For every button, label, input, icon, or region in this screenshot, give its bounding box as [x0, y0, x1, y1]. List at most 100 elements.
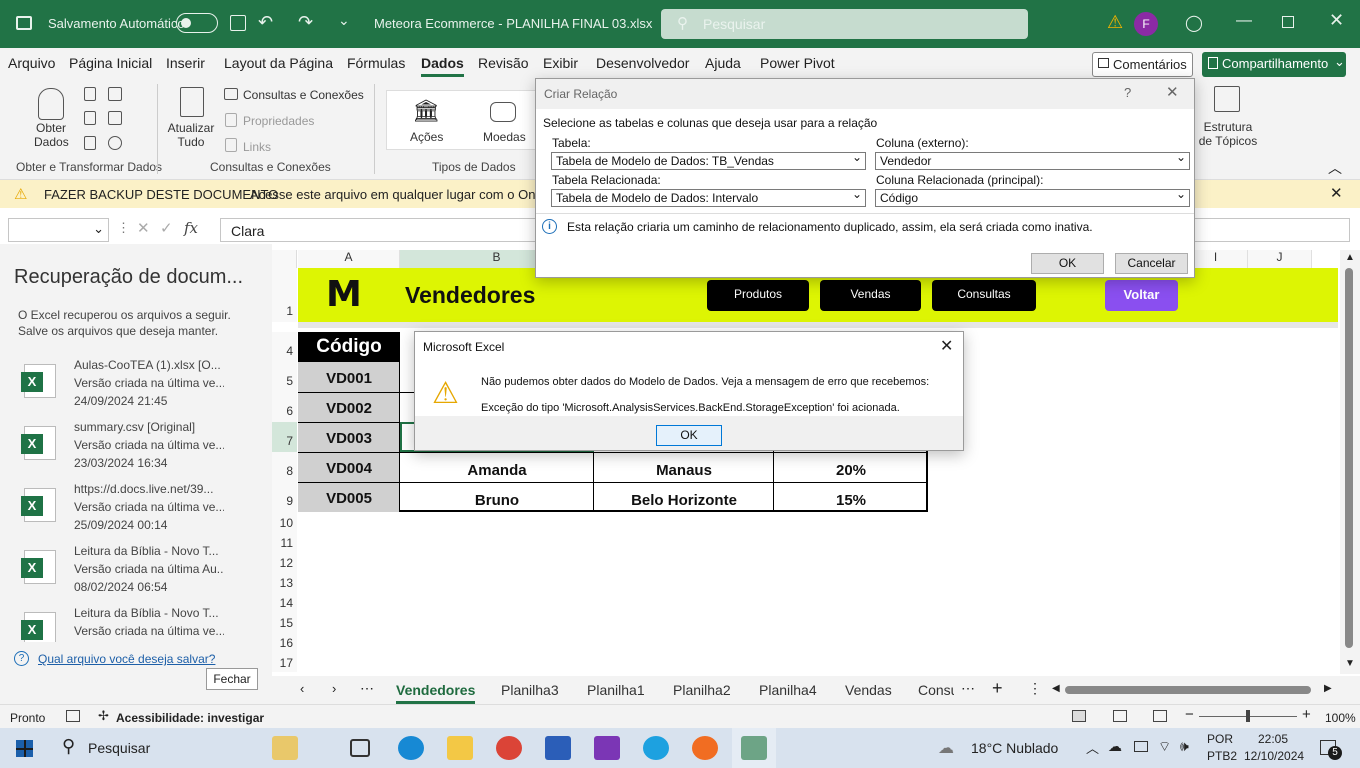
scroll-left-icon[interactable]: ◀: [1052, 683, 1060, 694]
tab-pagina-inicial[interactable]: Página Inicial: [69, 55, 152, 71]
clock-date[interactable]: 12/10/2024: [1244, 749, 1304, 763]
volume-icon[interactable]: 🕪: [1180, 738, 1189, 755]
skype-icon[interactable]: [643, 736, 669, 760]
minimize-icon[interactable]: —: [1236, 12, 1252, 30]
monitor-icon[interactable]: [1134, 741, 1148, 752]
recovery-file[interactable]: X Aulas-CooTEA (1).xlsx [O... Versão cri…: [0, 354, 272, 416]
sheet-tab-vendedores[interactable]: Vendedores: [396, 682, 476, 704]
table-header-code[interactable]: Código: [298, 332, 400, 362]
from-text-icon[interactable]: [84, 87, 96, 101]
back-button[interactable]: Voltar: [1105, 280, 1178, 311]
sheet-tab-planilha3[interactable]: Planilha3: [501, 682, 559, 698]
close-icon[interactable]: ✕: [1330, 184, 1343, 202]
more-sheets-icon[interactable]: ⋯: [360, 680, 374, 697]
table-select[interactable]: Tabela de Modelo de Dados: TB_Vendas: [551, 150, 866, 170]
existing-connections-icon[interactable]: [108, 111, 122, 125]
page-layout-icon[interactable]: [1113, 710, 1127, 722]
page-break-icon[interactable]: [1153, 710, 1167, 722]
which-file-link[interactable]: Qual arquivo você deseja salvar?: [38, 652, 215, 666]
cancel-button[interactable]: Cancelar: [1115, 253, 1188, 274]
column-header[interactable]: J: [1248, 250, 1312, 268]
tab-layout[interactable]: Layout da Página: [224, 55, 333, 71]
row-header[interactable]: 1: [272, 268, 297, 322]
table-cell[interactable]: 15%: [774, 492, 928, 509]
close-icon[interactable]: ✕: [1166, 83, 1179, 101]
help-button[interactable]: ?: [1124, 85, 1131, 100]
scroll-thumb[interactable]: [1345, 268, 1353, 648]
close-window-icon[interactable]: ✕: [1329, 10, 1344, 31]
tab-dados[interactable]: Dados: [421, 55, 464, 77]
lightbulb-icon[interactable]: ◯: [1185, 13, 1203, 33]
name-box[interactable]: ⌄: [8, 218, 109, 242]
autosave-toggle[interactable]: [176, 13, 218, 33]
currencies-button[interactable]: Moedas: [483, 130, 526, 144]
share-button[interactable]: Compartilhamento ⌄: [1202, 52, 1346, 77]
recovery-file[interactable]: X https://d.docs.live.net/39... Versão c…: [0, 478, 272, 540]
tab-revisao[interactable]: Revisão: [478, 55, 529, 71]
tab-inserir[interactable]: Inserir: [166, 55, 205, 71]
properties-button[interactable]: Propriedades: [243, 114, 314, 128]
weather[interactable]: 18°C Nublado: [971, 740, 1058, 756]
row-header[interactable]: 14: [272, 592, 297, 612]
error-ok-button[interactable]: OK: [656, 425, 722, 446]
tab-arquivo[interactable]: Arquivo: [8, 55, 55, 71]
row-header[interactable]: 8: [272, 452, 297, 482]
chevron-left-icon[interactable]: ‹: [300, 681, 304, 696]
column-header[interactable]: A: [298, 250, 400, 268]
tab-desenvolvedor[interactable]: Desenvolvedor: [596, 55, 689, 71]
get-data-button[interactable]: Obter Dados: [34, 121, 69, 149]
sheet-tab-planilha2[interactable]: Planilha2: [673, 682, 731, 698]
recovery-file[interactable]: X Leitura da Bíblia - Novo T... Versão c…: [0, 540, 272, 602]
close-icon[interactable]: ✕: [940, 336, 953, 356]
cancel-icon[interactable]: ✕: [137, 219, 150, 237]
row-header[interactable]: 7: [272, 422, 297, 452]
tab-exibir[interactable]: Exibir: [543, 55, 578, 71]
from-web-icon[interactable]: [84, 111, 96, 125]
recent-sources-icon[interactable]: [108, 87, 122, 101]
sheet-tab-consultas[interactable]: Consu: [918, 682, 954, 698]
input-lang-2[interactable]: PTB2: [1207, 749, 1237, 763]
table-cell[interactable]: Manaus: [594, 462, 774, 479]
table-cell[interactable]: 20%: [774, 462, 928, 479]
row-header[interactable]: 13: [272, 572, 297, 592]
onedrive-icon[interactable]: ☁: [1108, 738, 1122, 755]
avatar[interactable]: F: [1134, 12, 1158, 36]
search-box[interactable]: ⚲ Pesquisar: [661, 9, 1028, 39]
normal-view-icon[interactable]: [1072, 710, 1086, 722]
recent-icon[interactable]: [108, 136, 122, 150]
onenote-icon[interactable]: [594, 736, 620, 760]
row-header[interactable]: 6: [272, 392, 297, 422]
row-header[interactable]: 15: [272, 612, 297, 632]
related-table-select[interactable]: Tabela de Modelo de Dados: Intervalo: [551, 187, 866, 207]
table-cell[interactable]: Amanda: [400, 462, 594, 479]
from-table-icon[interactable]: [84, 136, 96, 150]
zoom-slider[interactable]: [1199, 710, 1297, 722]
enter-icon[interactable]: ✓: [160, 219, 173, 237]
zoom-in-icon[interactable]: +: [1302, 706, 1311, 723]
task-view-icon[interactable]: [350, 739, 370, 757]
redo-icon[interactable]: ↷: [298, 12, 313, 33]
table-cell[interactable]: VD001: [298, 370, 400, 387]
clock-time[interactable]: 22:05: [1258, 732, 1288, 746]
recovery-file[interactable]: X summary.csv [Original] Versão criada n…: [0, 416, 272, 478]
scroll-up-icon[interactable]: ▲: [1345, 252, 1355, 263]
row-header[interactable]: 11: [272, 532, 297, 552]
taskbar-search[interactable]: Pesquisar: [88, 740, 150, 756]
collapse-ribbon-icon[interactable]: ︿: [1328, 158, 1342, 178]
scroll-down-icon[interactable]: ▼: [1345, 658, 1355, 669]
sheet-tab-planilha4[interactable]: Planilha4: [759, 682, 817, 698]
row-header[interactable]: 4: [272, 332, 297, 362]
word-icon[interactable]: [545, 736, 571, 760]
tab-ajuda[interactable]: Ajuda: [705, 55, 741, 71]
column-select[interactable]: Vendedor: [875, 150, 1190, 170]
links-button[interactable]: Links: [243, 140, 271, 154]
queries-connections-button[interactable]: Consultas e Conexões: [243, 88, 364, 102]
restore-icon[interactable]: [1282, 16, 1294, 28]
row-header[interactable]: 9: [272, 482, 297, 512]
add-sheet-icon[interactable]: +: [992, 678, 1003, 699]
table-cell[interactable]: VD003: [298, 430, 400, 447]
chevron-up-icon[interactable]: ︿: [1086, 738, 1099, 757]
sheet-tab-vendas[interactable]: Vendas: [845, 682, 892, 698]
ok-button[interactable]: OK: [1031, 253, 1104, 274]
zoom-level[interactable]: 100%: [1325, 711, 1356, 725]
